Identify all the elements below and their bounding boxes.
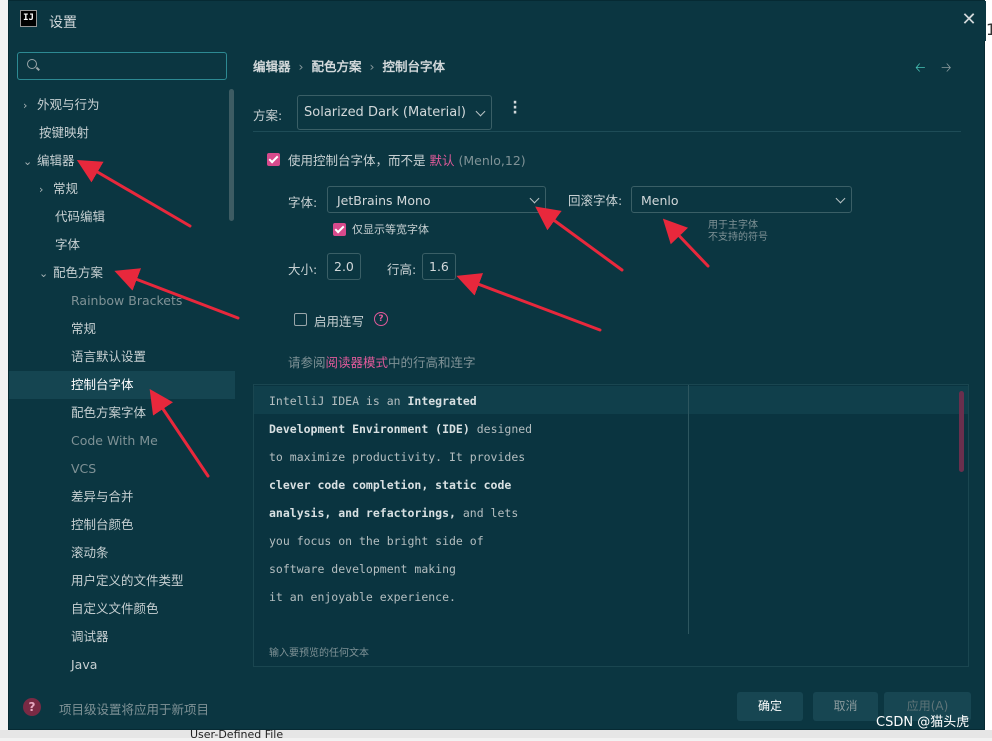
arrow-to-line-height [456, 273, 602, 332]
arrow-to-console-font [149, 389, 210, 478]
arrow-to-font-select [535, 206, 624, 272]
arrow-to-color-scheme [114, 268, 240, 320]
watermark: CSDN @猫头虎 [876, 715, 970, 730]
arrow-to-fallback-font [662, 218, 710, 268]
arrow-to-editor [76, 159, 192, 228]
annotation-arrows [76, 159, 710, 478]
